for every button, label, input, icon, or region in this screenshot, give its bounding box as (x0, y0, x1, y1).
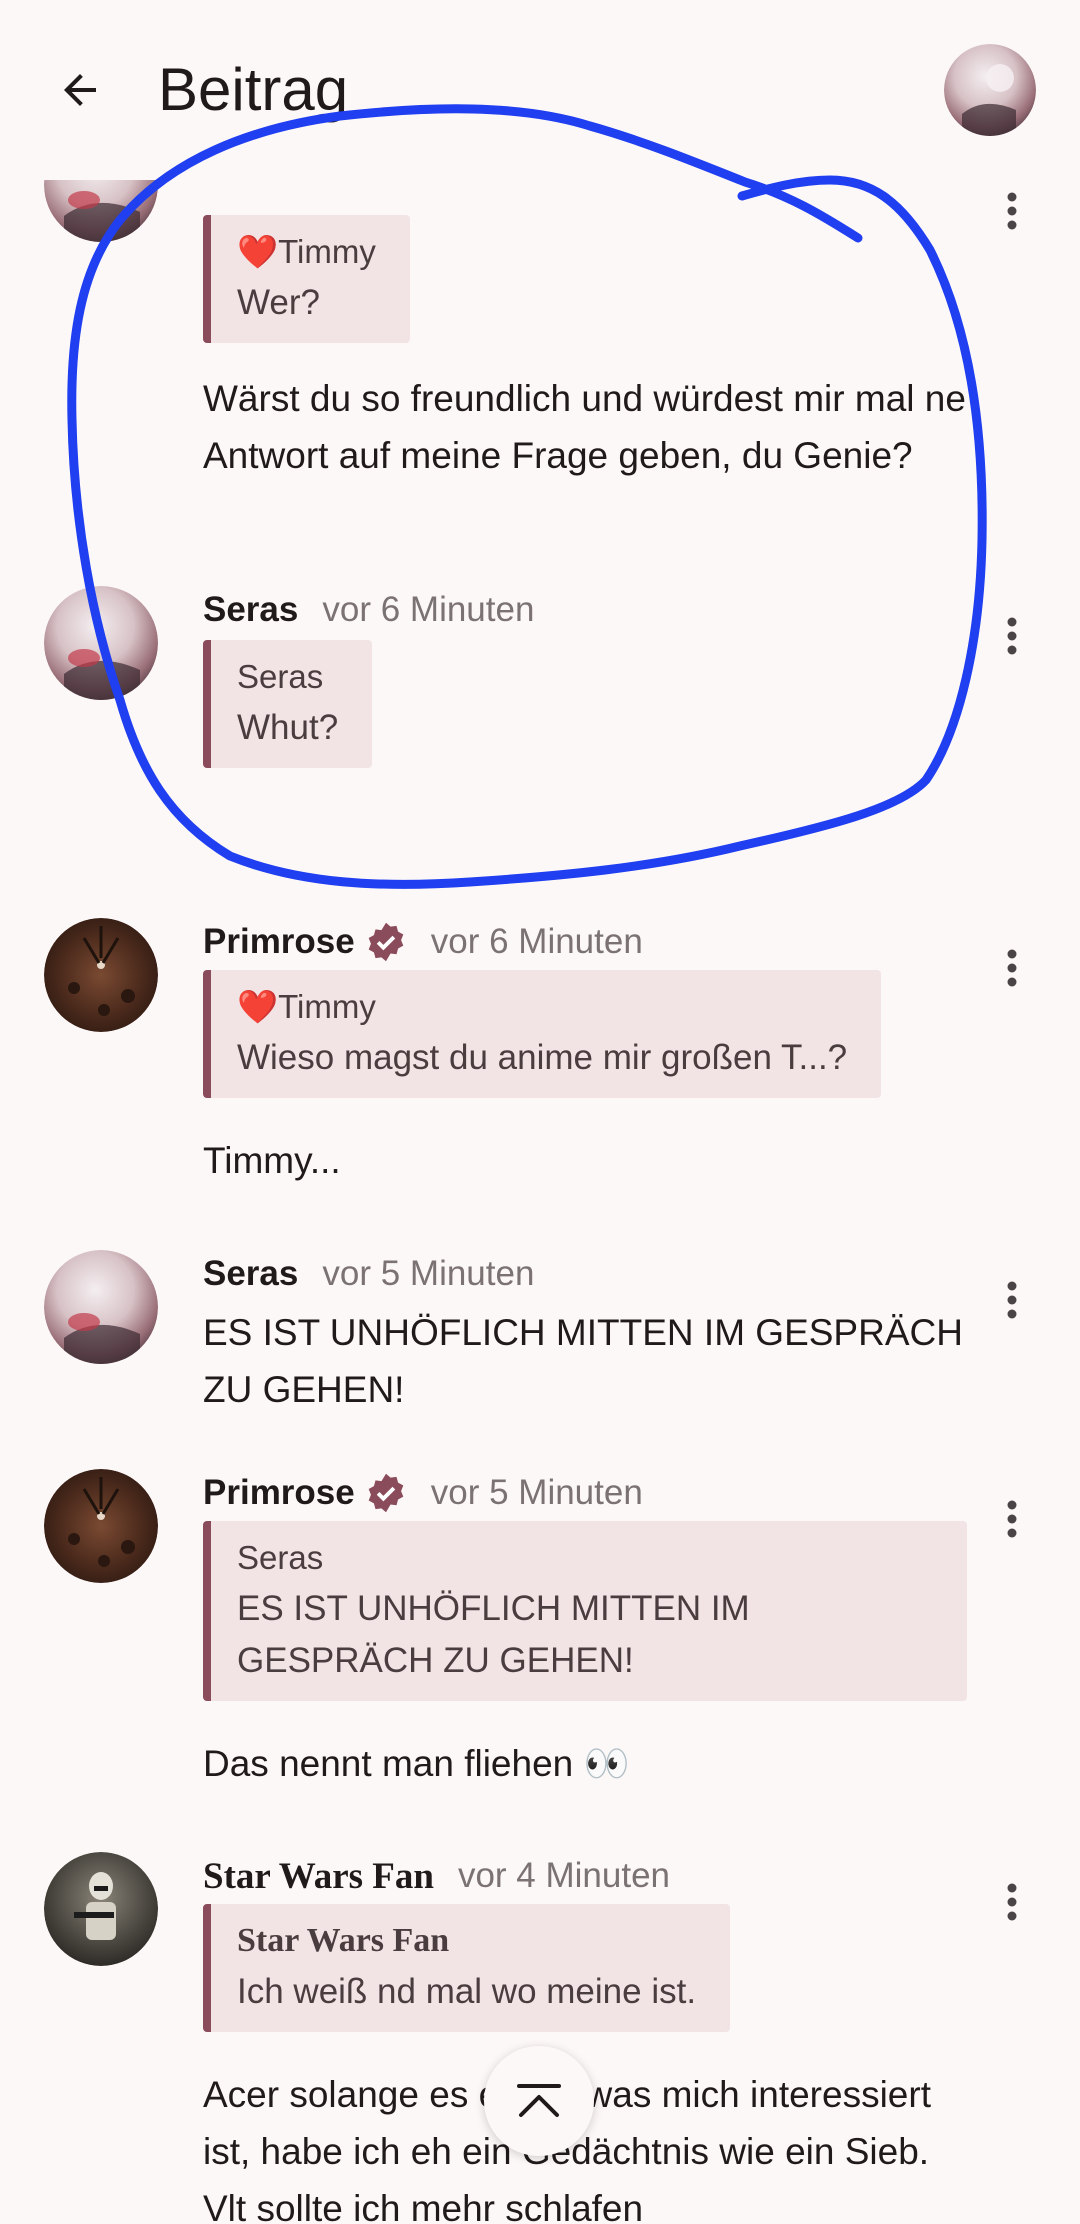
quote-author: Star Wars Fan (237, 1922, 450, 1959)
avatar[interactable] (44, 586, 158, 700)
timestamp: vor 5 Minuten (322, 1254, 535, 1293)
comment-text: . (203, 808, 214, 849)
quote-text: Ich weiß nd mal wo meine ist. (237, 1972, 697, 2011)
comment-text: Wärst du so freundlich und würdest mir m… (203, 378, 966, 476)
quoted-reply[interactable]: Seras ES IST UNHÖFLICH MITTEN IM GESPRÄC… (203, 1521, 967, 1701)
quoted-reply[interactable]: ❤️Timmy Wer? (203, 215, 410, 343)
more-vertical-icon (1007, 617, 1017, 655)
arrow-left-icon (64, 74, 96, 106)
comment-meta: Primrose vor 5 Minuten (203, 1468, 643, 1518)
more-options-button[interactable] (992, 1489, 1032, 1549)
quote-author: ❤️Timmy (237, 233, 376, 270)
comment-text: ES IST UNHÖFLICH MITTEN IM GESPRÄCH ZU G… (203, 1312, 963, 1410)
avatar[interactable] (44, 1250, 158, 1364)
author-name[interactable]: Star Wars Fan (203, 1855, 434, 1898)
more-options-button[interactable] (992, 1270, 1032, 1330)
more-options-button[interactable] (992, 938, 1032, 998)
timestamp: vor 6 Minuten (322, 590, 535, 629)
timestamp: vor 5 Minuten (430, 1473, 643, 1512)
avatar[interactable] (44, 918, 158, 1032)
avatar[interactable] (44, 1469, 158, 1583)
more-vertical-icon (1007, 949, 1017, 987)
comment-meta: Seras vor 6 Minuten (203, 585, 534, 635)
quote-text: ES IST UNHÖFLICH MITTEN IM GESPRÄCH ZU G… (237, 1589, 750, 1680)
back-button[interactable] (48, 58, 112, 122)
timestamp: vor 6 Minuten (430, 922, 643, 961)
comment-meta: Primrose vor 6 Minuten (203, 917, 643, 967)
more-options-button[interactable] (992, 606, 1032, 666)
quote-text: Wieso magst du anime mir großen T...? (237, 1038, 848, 1077)
quote-text: Wer? (237, 283, 320, 322)
comment-text: Das nennt man fliehen 👀 (203, 1743, 630, 1784)
comment-feed[interactable]: ❤️Timmy Wer? Wärst du so freundlich und … (0, 180, 1080, 2224)
more-vertical-icon (1007, 192, 1017, 230)
author-name[interactable]: Primrose (203, 1473, 355, 1513)
quote-author: ❤️Timmy (237, 988, 376, 1025)
more-options-button[interactable] (992, 1872, 1032, 1932)
quote-author: Seras (237, 658, 324, 695)
verified-badge-icon (365, 1472, 407, 1514)
top-app-bar: Beitrag (0, 0, 1080, 180)
page-title: Beitrag (158, 56, 349, 123)
quoted-reply[interactable]: Star Wars Fan Ich weiß nd mal wo meine i… (203, 1904, 731, 2032)
comment-meta: Star Wars Fan vor 4 Minuten (203, 1851, 670, 1901)
quoted-reply[interactable]: ❤️Timmy Wieso magst du anime mir großen … (203, 970, 882, 1098)
avatar[interactable] (44, 1852, 158, 1966)
author-name[interactable]: Primrose (203, 922, 355, 962)
scroll-to-top-icon (517, 2084, 561, 2117)
quote-author: Seras (237, 1539, 324, 1576)
more-vertical-icon (1007, 1500, 1017, 1538)
verified-badge-icon (365, 921, 407, 963)
quoted-reply[interactable]: Seras Whut? (203, 640, 373, 768)
comment-text: Timmy... (203, 1140, 341, 1181)
comment-meta: Seras vor 5 Minuten (203, 1249, 534, 1299)
more-options-button[interactable] (992, 181, 1032, 241)
author-name[interactable]: Seras (203, 590, 298, 630)
avatar[interactable] (44, 180, 158, 242)
more-vertical-icon (1007, 1281, 1017, 1319)
timestamp: vor 4 Minuten (457, 1856, 671, 1895)
author-name[interactable]: Seras (203, 1254, 298, 1294)
more-vertical-icon (1007, 1883, 1017, 1921)
quote-text: Whut? (237, 708, 339, 747)
user-avatar[interactable] (944, 44, 1036, 136)
scroll-to-top-button[interactable] (484, 2046, 594, 2156)
